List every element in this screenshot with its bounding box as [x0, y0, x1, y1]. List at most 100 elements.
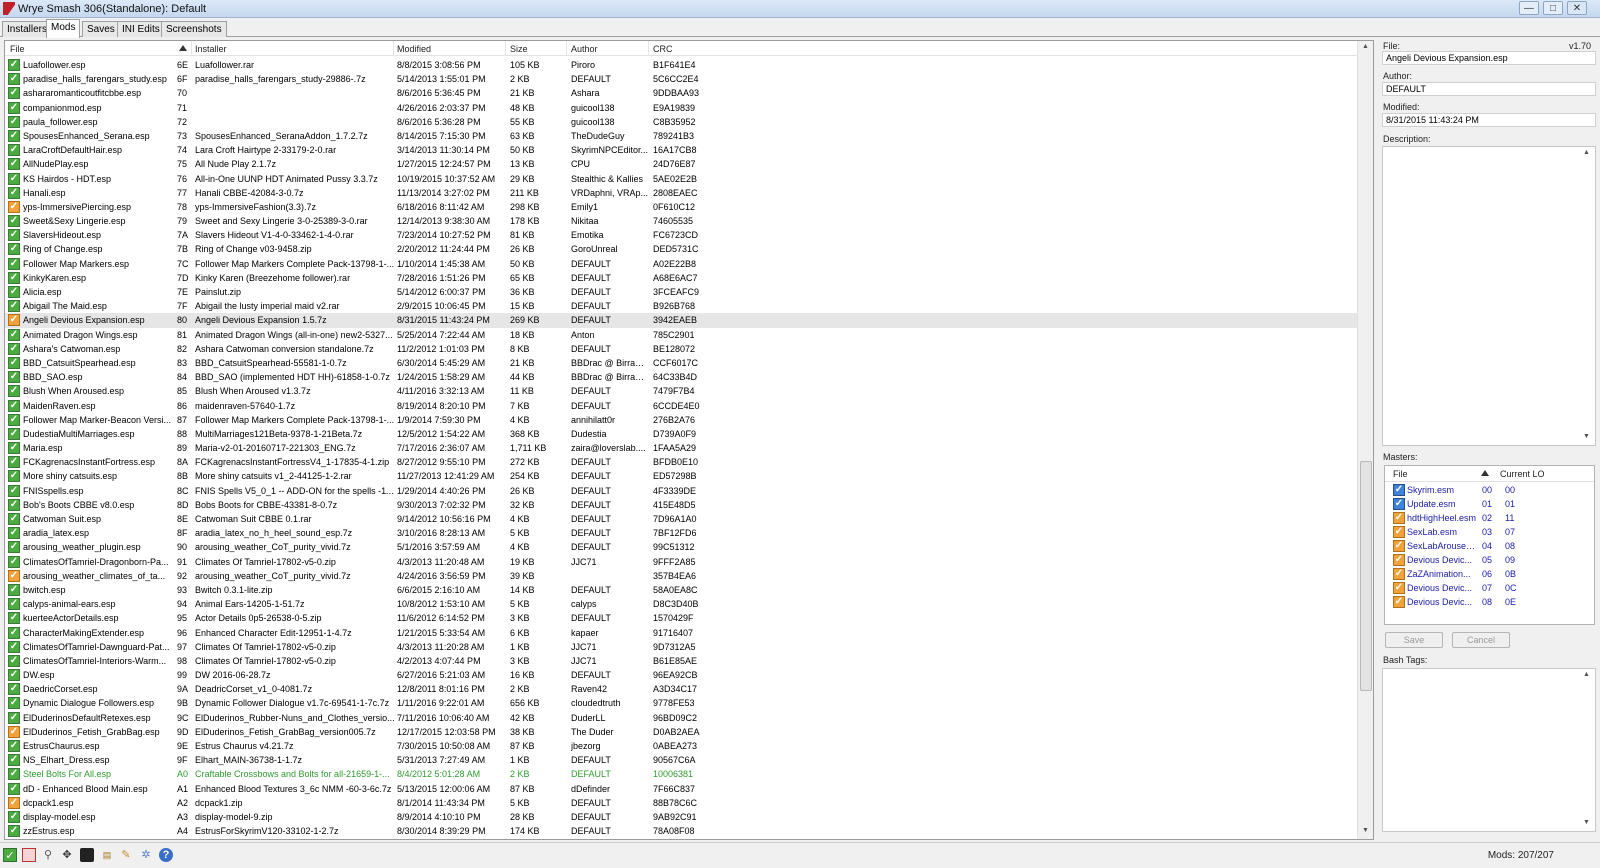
mod-checkbox[interactable]: ✓: [8, 427, 20, 440]
tab-screenshots[interactable]: Screenshots: [161, 21, 227, 37]
table-row[interactable]: ✓ Blush When Aroused.esp 85 Blush When Arou…: [5, 384, 1357, 398]
cancel-button[interactable]: Cancel: [1452, 632, 1510, 648]
mod-checkbox[interactable]: ✓: [8, 59, 20, 71]
table-row[interactable]: ✓ ClimatesOfTamriel-Dawnguard-Pat... 97 Cli…: [5, 640, 1357, 654]
tab-ini-edits[interactable]: INI Edits: [117, 21, 165, 37]
mod-checkbox[interactable]: ✓: [8, 257, 20, 270]
master-row[interactable]: ✓ SexLab.esm 03 07: [1385, 525, 1594, 539]
table-row[interactable]: ✓ Ashara's Catwoman.esp 82 Ashara Catwoman …: [5, 342, 1357, 356]
table-row[interactable]: ✓ zzEstrus.esp A4 EstrusForSkyrimV120-33102…: [5, 824, 1357, 838]
table-row[interactable]: ✓ DudestiaMultiMarriages.esp 88 MultiMarria…: [5, 427, 1357, 441]
table-row[interactable]: ✓ Ring of Change.esp 7B Ring of Change v03-…: [5, 242, 1357, 256]
mod-checkbox[interactable]: ✓: [8, 598, 20, 611]
mod-checkbox[interactable]: ✓: [8, 144, 20, 157]
master-checkbox[interactable]: ✓: [1393, 484, 1405, 496]
mod-checkbox[interactable]: ✓: [8, 371, 20, 384]
table-row[interactable]: ✓ More shiny catsuits.esp 8B More shiny cat…: [5, 469, 1357, 483]
mod-checkbox[interactable]: ✓: [8, 782, 20, 795]
table-row[interactable]: ✓ EstrusChaurus.esp 9E Estrus Chaurus v4.21…: [5, 739, 1357, 753]
mod-checkbox[interactable]: ✓: [8, 229, 20, 242]
mod-checkbox[interactable]: ✓: [8, 87, 20, 100]
master-row[interactable]: ✓ Devious Devic... 05 09: [1385, 553, 1594, 567]
table-row[interactable]: ✓ Sweet&Sexy Lingerie.esp 79 Sweet and Sexy…: [5, 214, 1357, 228]
mod-checkbox[interactable]: ✓: [8, 498, 20, 511]
mod-checkbox[interactable]: ✓: [8, 243, 20, 256]
table-row[interactable]: ✓ bwitch.esp 93 Bwitch 0.3.1-lite.zip 6/6/20…: [5, 583, 1357, 597]
scroll-down-icon[interactable]: ▼: [1362, 827, 1369, 834]
table-row[interactable]: ✓ dD - Enhanced Blood Main.esp A1 Enhanced …: [5, 782, 1357, 796]
mod-checkbox[interactable]: ✓: [8, 711, 20, 724]
table-row[interactable]: ✓ FNISspells.esp 8C FNIS Spells V5_0_1 -- A…: [5, 484, 1357, 498]
mod-checkbox[interactable]: ✓: [8, 73, 20, 86]
mod-checkbox[interactable]: ✓: [8, 442, 20, 455]
column-divider[interactable]: [648, 41, 649, 56]
table-row[interactable]: ✓ SpousesEnhanced_Serana.esp 73 SpousesEnha…: [5, 129, 1357, 143]
table-row[interactable]: ✓ Follower Map Marker-Beacon Versi... 87 Fo…: [5, 413, 1357, 427]
table-row[interactable]: ✓ display-model.esp A3 display-model-9.zip 8…: [5, 810, 1357, 824]
scroll-up-icon[interactable]: ▲: [1362, 43, 1369, 50]
mod-checkbox[interactable]: ✓: [8, 583, 20, 596]
table-row[interactable]: ✓ Steel Bolts For All.esp A0 Craftable Cros…: [5, 767, 1357, 781]
mod-checkbox[interactable]: ✓: [8, 200, 20, 213]
close-button[interactable]: ✕: [1567, 1, 1587, 15]
mod-checkbox[interactable]: ✓: [8, 825, 20, 838]
mod-checkbox[interactable]: ✓: [8, 115, 20, 128]
master-checkbox[interactable]: ✓: [1393, 540, 1405, 552]
description-field[interactable]: ▲ ▼: [1382, 146, 1596, 446]
master-row[interactable]: ✓ Update.esm 01 01: [1385, 497, 1594, 511]
mod-checkbox[interactable]: ✓: [8, 555, 20, 568]
table-row[interactable]: ✓ DaedricCorset.esp 9A DeadricCorset_v1_0-4…: [5, 682, 1357, 696]
mod-checkbox[interactable]: ✓: [8, 669, 20, 682]
table-row[interactable]: ✓ aradia_latex.esp 8F aradia_latex_no_h_hee…: [5, 526, 1357, 540]
mod-checkbox[interactable]: ✓: [8, 271, 20, 284]
master-checkbox[interactable]: ✓: [1393, 526, 1405, 538]
table-row[interactable]: ✓ Luafollower.esp 6E Luafollower.rar 8/8/201…: [5, 58, 1357, 72]
table-row[interactable]: ✓ Follower Map Markers.esp 7C Follower Map …: [5, 257, 1357, 271]
table-row[interactable]: ✓ arousing_weather_plugin.esp 90 arousing_w…: [5, 540, 1357, 554]
mod-checkbox[interactable]: ✓: [8, 300, 20, 313]
table-row[interactable]: ✓ FCKagrenacsInstantFortress.esp 8A FCKagre…: [5, 455, 1357, 469]
master-row[interactable]: ✓ Devious Devic... 07 0C: [1385, 581, 1594, 595]
table-row[interactable]: ✓ BBD_CatsuitSpearhead.esp 83 BBD_CatsuitSp…: [5, 356, 1357, 370]
table-row[interactable]: ✓ Dynamic Dialogue Followers.esp 9B Dynamic…: [5, 696, 1357, 710]
table-row[interactable]: ✓ calyps-animal-ears.esp 94 Animal Ears-142…: [5, 597, 1357, 611]
bash-tags-field[interactable]: ▲ ▼: [1382, 668, 1596, 832]
mod-checkbox[interactable]: ✓: [8, 810, 20, 823]
author-field[interactable]: DEFAULT: [1382, 82, 1596, 96]
pin-icon[interactable]: ⚲: [41, 848, 55, 862]
doc-icon[interactable]: ▤: [100, 848, 114, 862]
master-row[interactable]: ✓ Skyrim.esm 00 00: [1385, 483, 1594, 497]
mod-checkbox[interactable]: ✓: [8, 342, 20, 355]
table-row[interactable]: ✓ SlaversHideout.esp 7A Slavers Hideout V1-…: [5, 228, 1357, 242]
mod-checkbox[interactable]: ✓: [8, 456, 20, 469]
save-button[interactable]: Save: [1385, 632, 1443, 648]
mod-checkbox[interactable]: ✓: [8, 740, 20, 752]
mod-checkbox[interactable]: ✓: [8, 626, 20, 639]
table-row[interactable]: ✓ yps-ImmersivePiercing.esp 78 yps-Immersiv…: [5, 200, 1357, 214]
mod-checkbox[interactable]: ✓: [8, 413, 20, 426]
tab-mods[interactable]: Mods: [46, 19, 81, 38]
column-modified[interactable]: Modified: [397, 44, 431, 54]
maximize-button[interactable]: □: [1543, 1, 1563, 15]
mod-checkbox[interactable]: ✓: [8, 186, 20, 199]
table-row[interactable]: ✓ arousing_weather_climates_of_ta... 92 aro…: [5, 569, 1357, 583]
mod-checkbox[interactable]: ✓: [8, 399, 20, 412]
table-row[interactable]: ✓ Bob's Boots CBBE v8.0.esp 8D Bobs Boots f…: [5, 498, 1357, 512]
table-row[interactable]: ✓ dcpack1.esp A2 dcpack1.zip 8/1/2014 11:43:…: [5, 796, 1357, 810]
wrench-icon[interactable]: ✥: [60, 848, 74, 862]
column-divider[interactable]: [393, 41, 394, 56]
column-divider[interactable]: [566, 41, 567, 56]
mod-checkbox[interactable]: ✓: [8, 697, 20, 710]
mod-checkbox[interactable]: ✓: [8, 101, 20, 114]
table-row[interactable]: ✓ companionmod.esp 71 4/26/2016 2:03:37 PM 4…: [5, 101, 1357, 115]
mod-checkbox[interactable]: ✓: [8, 314, 20, 327]
table-row[interactable]: ✓ Abigail The Maid.esp 7F Abigail the lusty…: [5, 299, 1357, 313]
mod-checkbox[interactable]: ✓: [8, 385, 20, 398]
master-row[interactable]: ✓ Devious Devic... 08 0E: [1385, 595, 1594, 609]
scrollbar-thumb[interactable]: [1360, 461, 1372, 691]
master-row[interactable]: ✓ SexLabAroused... 04 08: [1385, 539, 1594, 553]
gear-icon[interactable]: ✲: [139, 848, 153, 862]
mod-checkbox[interactable]: ✓: [8, 640, 20, 653]
help-icon[interactable]: ?: [159, 848, 173, 862]
mod-checkbox[interactable]: ✓: [8, 215, 20, 228]
